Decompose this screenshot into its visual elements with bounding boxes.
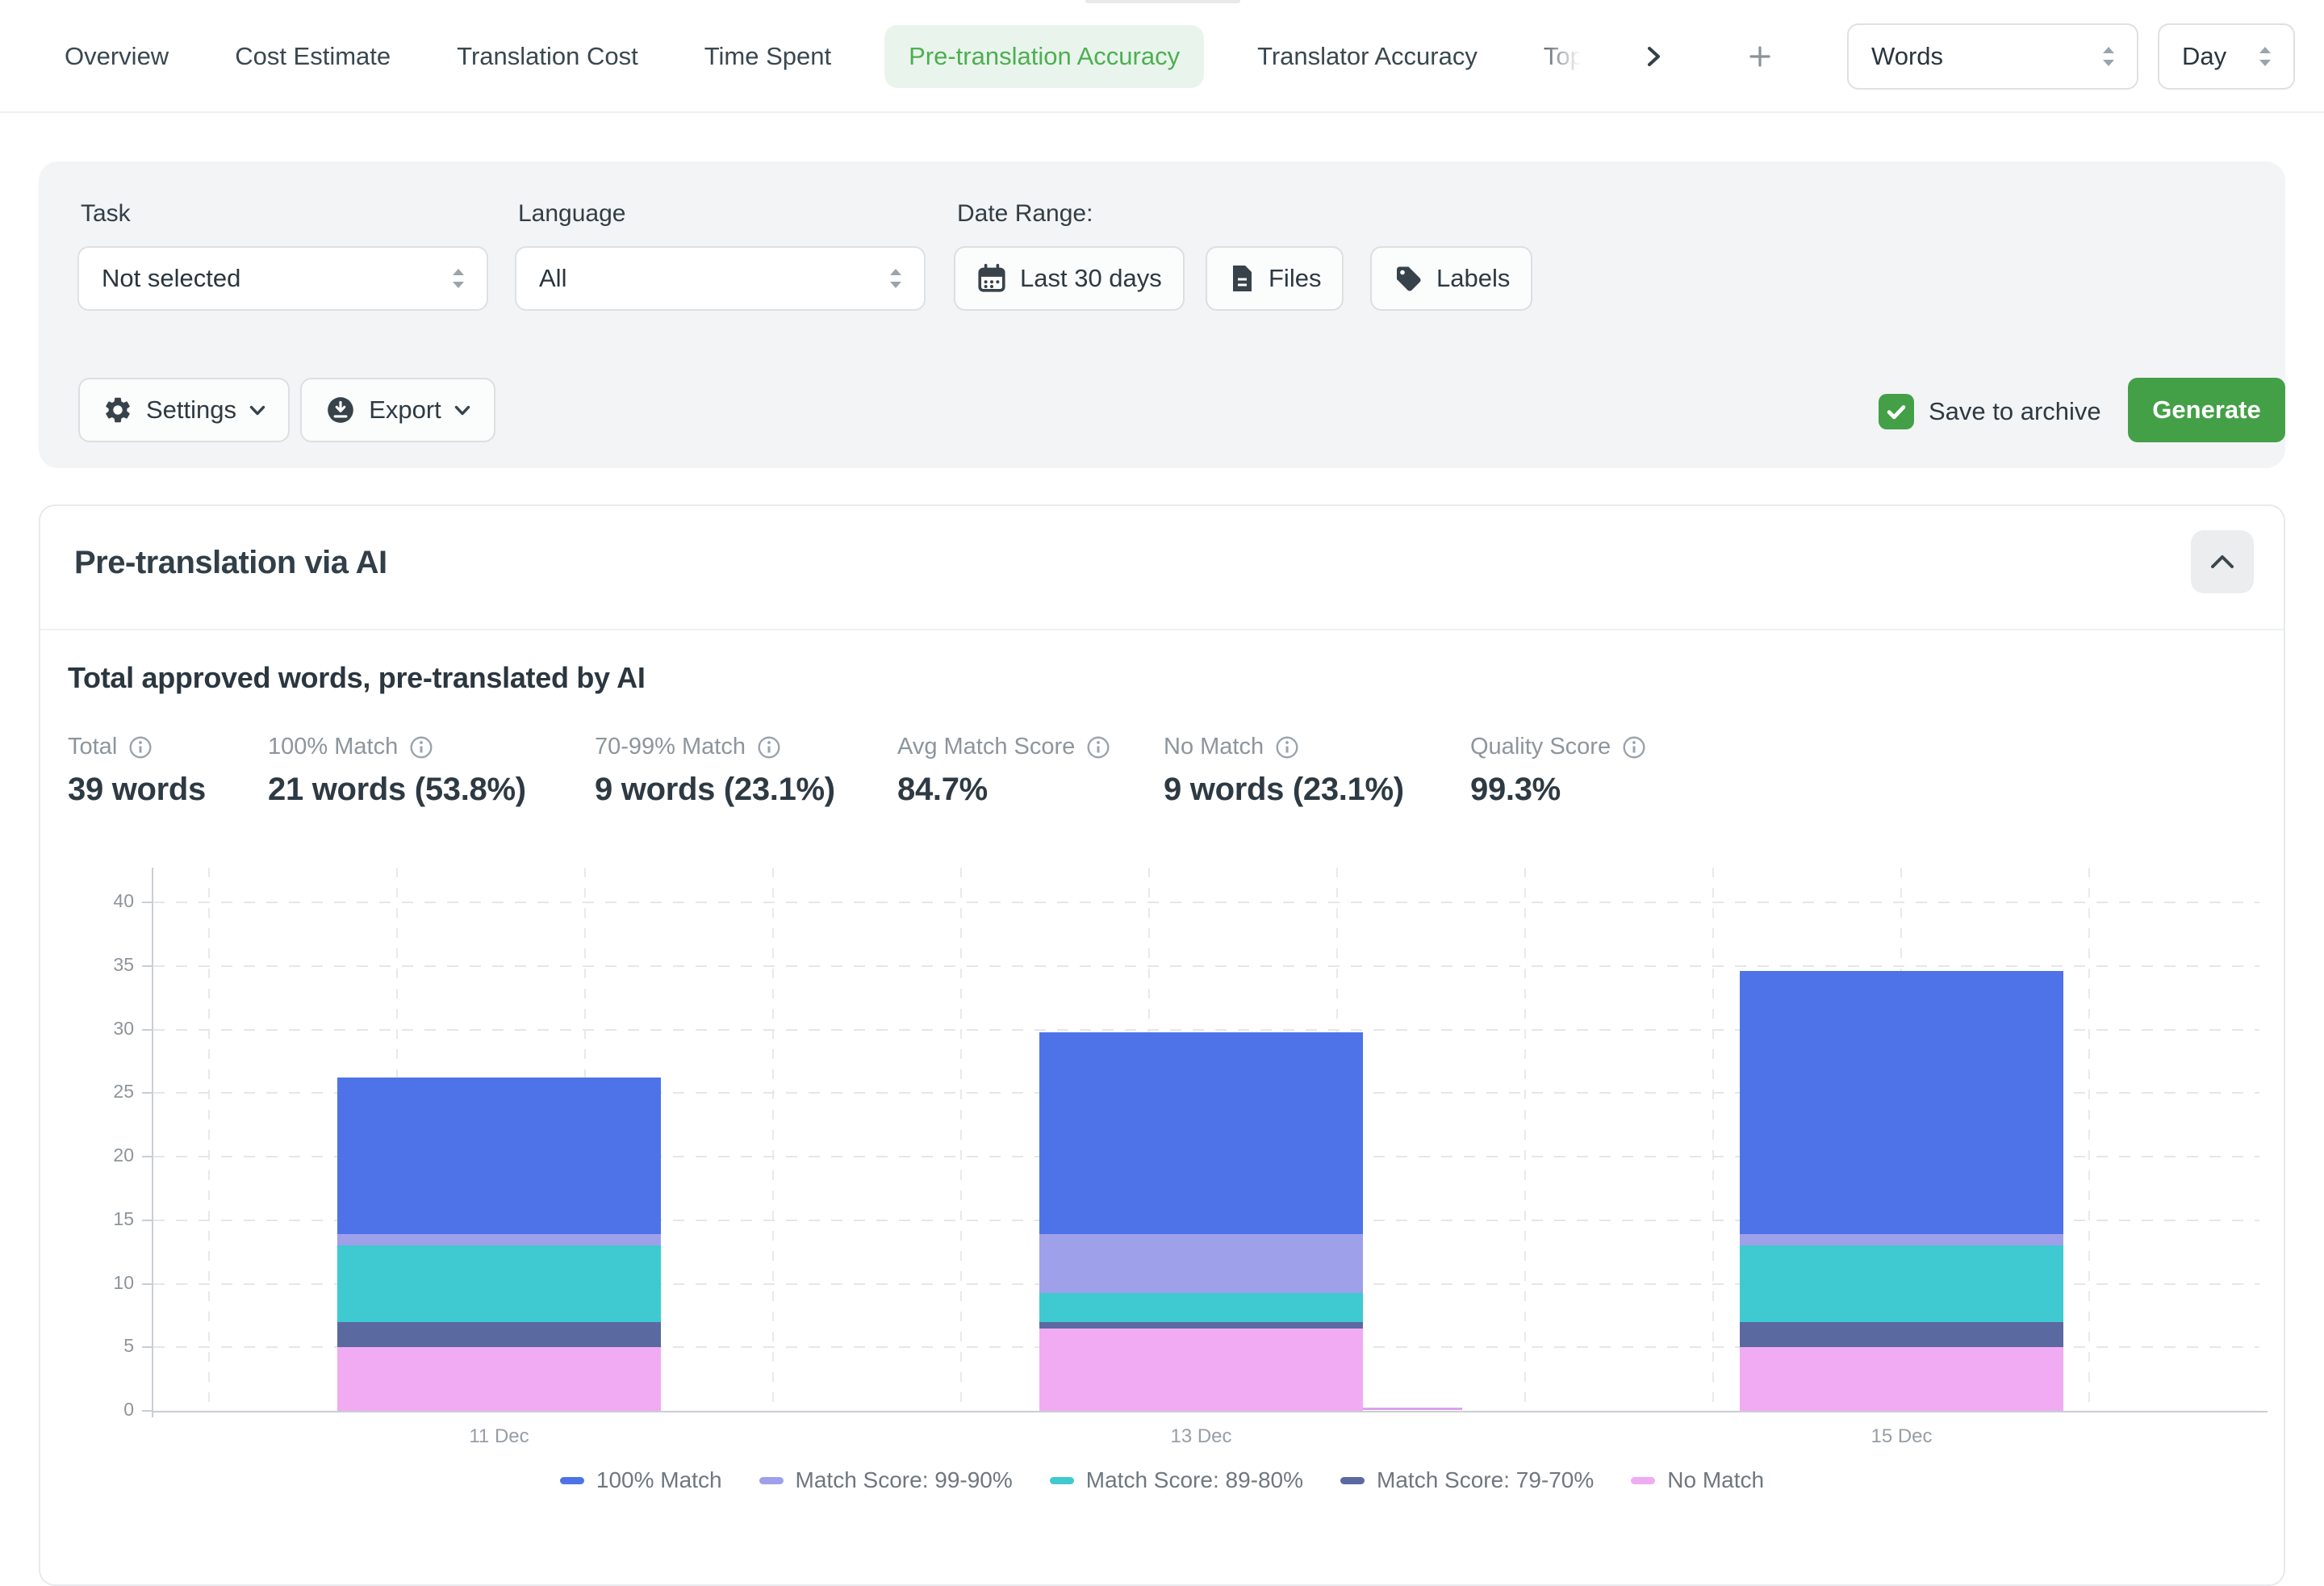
unit-select-value: Words	[1871, 42, 1943, 71]
date-range-label: Date Range:	[957, 200, 1093, 228]
labels-button-label: Labels	[1436, 264, 1510, 293]
report-tabs: Overview Cost Estimate Translation Cost …	[52, 0, 1776, 113]
info-icon[interactable]	[128, 735, 153, 760]
legend-label: Match Score: 79-70%	[1377, 1467, 1594, 1493]
sort-arrows-icon	[2256, 43, 2274, 70]
stat-no-match: No Match 9 words (23.1%)	[1164, 734, 1404, 808]
legend-label: Match Score: 99-90%	[796, 1467, 1013, 1493]
caret-down-icon	[249, 405, 265, 416]
stat-label: Total	[68, 734, 117, 760]
tab-top-partial[interactable]: Top	[1531, 42, 1597, 71]
files-filter-button[interactable]: Files	[1206, 246, 1344, 311]
legend-swatch-match-79-70	[1340, 1477, 1365, 1484]
legend-item-match-99-90[interactable]: Match Score: 99-90%	[759, 1467, 1013, 1493]
date-range-button[interactable]: Last 30 days	[954, 246, 1185, 311]
panel-divider	[40, 629, 2284, 630]
stat-70-99-match: 70-99% Match 9 words (23.1%)	[595, 734, 835, 808]
legend-swatch-100-match	[560, 1477, 584, 1484]
stat-total: Total 39 words	[68, 734, 206, 808]
info-icon[interactable]	[1086, 735, 1110, 760]
legend-item-match-79-70[interactable]: Match Score: 79-70%	[1340, 1467, 1594, 1493]
stat-value: 99.3%	[1470, 772, 1646, 808]
file-icon	[1228, 264, 1256, 293]
stat-value: 9 words (23.1%)	[1164, 772, 1404, 808]
sort-arrows-icon	[887, 265, 905, 292]
panel-title: Pre-translation via AI	[74, 545, 387, 581]
legend-item-no-match[interactable]: No Match	[1631, 1467, 1764, 1493]
sort-arrows-icon	[2100, 43, 2117, 70]
sort-arrows-icon	[449, 265, 467, 292]
info-icon[interactable]	[757, 735, 781, 760]
task-label: Task	[81, 200, 131, 228]
task-select[interactable]: Not selected	[77, 246, 488, 311]
period-select-value: Day	[2182, 42, 2226, 71]
tab-translation-cost[interactable]: Translation Cost	[444, 42, 651, 71]
period-select[interactable]: Day	[2158, 23, 2295, 90]
language-select-value: All	[539, 264, 566, 293]
labels-filter-button[interactable]: Labels	[1370, 246, 1532, 311]
report-tab-bar: Overview Cost Estimate Translation Cost …	[0, 0, 2324, 113]
legend-label: Match Score: 89-80%	[1086, 1467, 1303, 1493]
stat-label: No Match	[1164, 734, 1264, 760]
stat-value: 39 words	[68, 772, 206, 808]
stat-value: 21 words (53.8%)	[268, 772, 526, 808]
stat-100-match: 100% Match 21 words (53.8%)	[268, 734, 526, 808]
calendar-icon	[976, 263, 1007, 294]
generate-button[interactable]: Generate	[2128, 378, 2285, 442]
settings-button[interactable]: Settings	[78, 378, 290, 442]
chevron-up-icon	[2209, 553, 2236, 571]
stat-label: Avg Match Score	[897, 734, 1075, 760]
tab-pre-translation-accuracy[interactable]: Pre-translation Accuracy	[884, 25, 1204, 88]
caret-down-icon	[454, 405, 470, 416]
save-to-archive-label: Save to archive	[1929, 397, 2101, 426]
report-filters-panel: Task Not selected Language All Date Rang…	[39, 161, 2285, 468]
tab-time-spent[interactable]: Time Spent	[692, 42, 844, 71]
info-icon[interactable]	[409, 735, 433, 760]
tab-translator-accuracy[interactable]: Translator Accuracy	[1244, 42, 1490, 71]
stat-label: 100% Match	[268, 734, 398, 760]
stat-value: 84.7%	[897, 772, 1110, 808]
chevron-right-icon	[1642, 45, 1665, 68]
pre-translation-panel: Pre-translation via AI Total approved wo…	[39, 504, 2285, 1586]
stat-label: Quality Score	[1470, 734, 1611, 760]
legend-swatch-no-match	[1631, 1477, 1655, 1484]
download-circle-icon	[325, 395, 356, 425]
tab-cost-estimate[interactable]: Cost Estimate	[222, 42, 403, 71]
date-range-value: Last 30 days	[1020, 264, 1162, 293]
stat-quality-score: Quality Score 99.3%	[1470, 734, 1646, 808]
settings-button-label: Settings	[146, 395, 236, 425]
legend-label: 100% Match	[596, 1467, 722, 1493]
files-button-label: Files	[1269, 264, 1321, 293]
stat-label: 70-99% Match	[595, 734, 746, 760]
language-select[interactable]: All	[515, 246, 926, 311]
collapse-panel-button[interactable]	[2191, 530, 2254, 593]
unit-select[interactable]: Words	[1847, 23, 2138, 90]
info-icon[interactable]	[1275, 735, 1299, 760]
task-select-value: Not selected	[102, 264, 240, 293]
check-icon	[1884, 400, 1908, 424]
gear-icon	[102, 395, 133, 425]
language-label: Language	[518, 200, 625, 228]
add-report-tab-button[interactable]	[1744, 45, 1776, 68]
save-to-archive-checkbox[interactable]	[1879, 394, 1914, 429]
export-button-label: Export	[369, 395, 441, 425]
tag-icon	[1393, 263, 1423, 294]
tabs-scroll-right-button[interactable]	[1637, 45, 1670, 68]
tab-overview[interactable]: Overview	[52, 42, 182, 71]
legend-item-100-match[interactable]: 100% Match	[560, 1467, 722, 1493]
tab-top-label: Top	[1544, 42, 1584, 70]
chart-legend: 100% Match Match Score: 99-90% Match Sco…	[39, 1467, 2285, 1493]
legend-swatch-match-89-80	[1050, 1477, 1074, 1484]
stat-value: 9 words (23.1%)	[595, 772, 835, 808]
plus-icon	[1749, 45, 1771, 68]
legend-swatch-match-99-90	[759, 1477, 784, 1484]
info-icon[interactable]	[1622, 735, 1646, 760]
export-button[interactable]: Export	[300, 378, 495, 442]
legend-item-match-89-80[interactable]: Match Score: 89-80%	[1050, 1467, 1303, 1493]
stat-avg-match-score: Avg Match Score 84.7%	[897, 734, 1110, 808]
chart-section-title: Total approved words, pre-translated by …	[68, 661, 646, 695]
legend-label: No Match	[1667, 1467, 1764, 1493]
